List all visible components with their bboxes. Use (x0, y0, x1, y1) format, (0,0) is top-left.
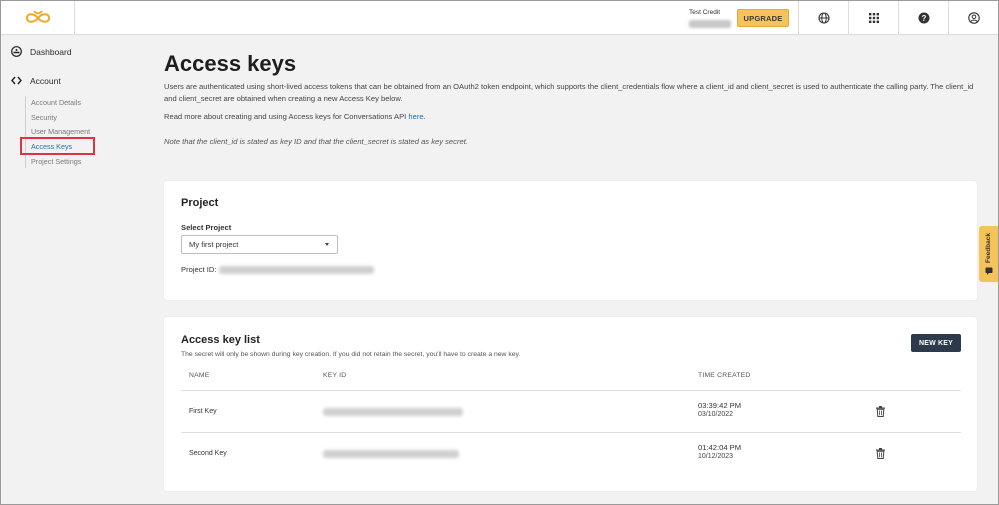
trash-icon[interactable] (876, 406, 885, 417)
subnav-project-settings[interactable]: Project Settings (31, 157, 81, 166)
help-button[interactable]: ? (898, 1, 948, 35)
apps-grid-icon (868, 13, 879, 23)
globe-icon (817, 12, 830, 24)
table-divider (181, 390, 961, 391)
project-select[interactable]: My first project (181, 235, 338, 254)
subnav-user-management[interactable]: User Management (31, 127, 90, 136)
key-name: First Key (189, 408, 217, 415)
read-more-link[interactable]: here (408, 112, 423, 121)
key-name: Second Key (189, 450, 227, 457)
key-id-redacted (323, 450, 459, 458)
key-list-subtext: The secret will only be shown during key… (181, 351, 521, 358)
key-id-redacted (323, 408, 463, 416)
subnav-account-details[interactable]: Account Details (31, 98, 81, 107)
column-header-name: NAME (189, 372, 210, 379)
read-more-suffix: . (423, 112, 426, 121)
column-header-key-id: KEY ID (323, 372, 347, 379)
sidebar-item-account[interactable]: Account (11, 75, 61, 86)
read-more-text: Read more about creating and using Acces… (164, 112, 426, 121)
key-note: Note that the client_id is stated as key… (164, 137, 468, 146)
key-list-title: Access key list (181, 334, 260, 346)
project-id-row: Project ID: (181, 265, 375, 274)
code-brackets-icon (11, 76, 22, 85)
apps-button[interactable] (848, 1, 898, 35)
help-icon: ? (918, 12, 929, 24)
project-id-redacted (219, 265, 375, 274)
sidebar-item-dashboard[interactable]: Dashboard (11, 46, 72, 57)
sidebar-label-dashboard: Dashboard (30, 46, 72, 57)
account-button[interactable] (948, 1, 998, 35)
svg-text:?: ? (921, 14, 926, 23)
table-divider (181, 432, 961, 433)
read-more-prefix: Read more about creating and using Acces… (164, 112, 409, 121)
credit-display: Test Credit (689, 9, 731, 28)
trash-icon[interactable] (876, 448, 885, 459)
credit-amount-redacted (689, 20, 731, 28)
new-key-button[interactable]: NEW KEY (911, 334, 961, 352)
account-subnav: Account Details Security User Management… (25, 96, 90, 168)
project-id-label: Project ID: (181, 265, 217, 274)
intro-paragraph: Users are authenticated using short-live… (164, 82, 974, 103)
annotation-highlight-box (20, 137, 95, 155)
column-header-time-created: TIME CREATED (698, 372, 751, 379)
top-bar: Test Credit UPGRADE ? (1, 1, 998, 35)
feedback-label: Feedback (985, 233, 992, 263)
time-created-date: 10/12/2023 (698, 453, 734, 460)
subnav-security[interactable]: Security (31, 113, 57, 122)
access-key-list-card: Access key list The secret will only be … (164, 317, 977, 491)
page-title: Access keys (164, 51, 297, 76)
time-created-time: 01:42:04 PM (698, 443, 742, 452)
project-card: Project Select Project My first project … (164, 181, 977, 300)
logo[interactable] (1, 1, 75, 35)
user-account-icon (967, 12, 980, 24)
time-created: 03:39:42 PM 03/10/2022 (698, 401, 741, 418)
sidebar-label-account: Account (30, 75, 61, 86)
chat-icon (985, 267, 992, 275)
time-created: 01:42:04 PM 10/12/2023 (698, 443, 741, 460)
feedback-tab[interactable]: Feedback (979, 226, 998, 282)
credit-label: Test Credit (689, 9, 721, 16)
project-card-title: Project (181, 197, 219, 209)
dashboard-icon (11, 46, 22, 57)
infinity-logo-icon (25, 10, 50, 23)
time-created-time: 03:39:42 PM (698, 401, 742, 410)
language-button[interactable] (798, 1, 848, 35)
time-created-date: 03/10/2022 (698, 411, 734, 418)
select-project-label: Select Project (181, 223, 232, 232)
upgrade-button[interactable]: UPGRADE (737, 9, 789, 27)
caret-down-icon (325, 243, 329, 246)
project-select-value: My first project (189, 240, 239, 249)
